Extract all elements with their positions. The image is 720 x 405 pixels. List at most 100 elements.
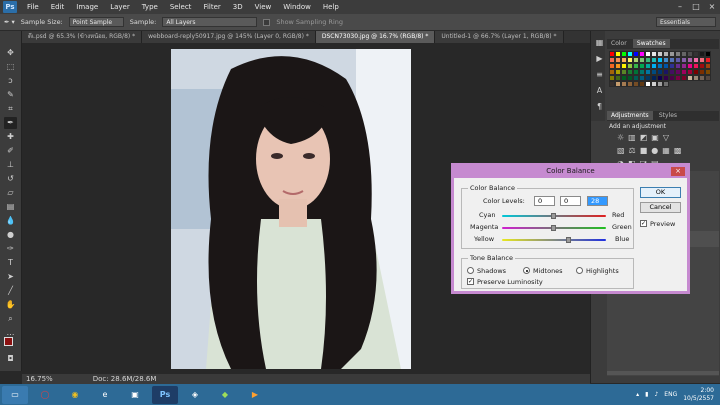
document-tab[interactable]: Untitled-1 @ 66.7% (Layer 1, RGB/8) * <box>435 31 564 43</box>
media-center-icon[interactable]: ▣ <box>122 386 148 404</box>
chrome-icon[interactable]: ◉ <box>62 386 88 404</box>
tab-swatches[interactable]: Swatches <box>632 39 670 48</box>
yellow-blue-slider[interactable] <box>502 237 606 243</box>
swatch-grid[interactable] <box>609 51 717 105</box>
move-tool-icon[interactable]: ✥ <box>4 47 17 59</box>
show-sampling-ring-checkbox[interactable] <box>263 18 271 26</box>
menu-select[interactable]: Select <box>164 0 198 14</box>
sample-label: Sample: <box>129 18 157 26</box>
swatch[interactable] <box>663 81 669 87</box>
menu-help[interactable]: Help <box>317 0 345 14</box>
quick-select-tool-icon[interactable]: ✎ <box>4 89 17 101</box>
close-icon[interactable]: × <box>671 167 685 176</box>
actions-panel-icon[interactable]: ▶ <box>593 53 606 65</box>
tray-arrow-icon[interactable]: ▴ <box>636 391 639 398</box>
paragraph-panel-icon[interactable]: ¶ <box>593 101 606 113</box>
document-tab[interactable]: webboard-reply50917.jpg @ 145% (Layer 0,… <box>142 31 316 43</box>
character-panel-icon[interactable]: A <box>593 85 606 97</box>
type-tool-icon[interactable]: T <box>4 257 17 269</box>
document-photo[interactable] <box>171 49 411 369</box>
internet-explorer-icon[interactable]: e <box>92 386 118 404</box>
yellow-blue-slider-thumb[interactable] <box>565 237 571 243</box>
volume-icon[interactable]: ♪ <box>654 391 658 398</box>
language-indicator[interactable]: ENG <box>664 391 677 398</box>
adjustment-icons-row-2[interactable]: ▧⚖■●▦▩ <box>617 146 707 155</box>
properties-panel-icon[interactable]: ≡ <box>593 69 606 81</box>
workspace-select[interactable]: Essentials <box>656 17 716 27</box>
menu-window[interactable]: Window <box>277 0 317 14</box>
marquee-tool-icon[interactable]: ⬚ <box>4 61 17 73</box>
sample-select[interactable]: All Layers <box>162 17 258 27</box>
sample-size-label: Sample Size: <box>20 18 63 26</box>
eyedropper-tool-icon[interactable]: ✒ ▾ <box>4 18 15 26</box>
menu-layer[interactable]: Layer <box>104 0 136 14</box>
menu-view[interactable]: View <box>249 0 278 14</box>
brush-tool-icon[interactable]: ✐ <box>4 145 17 157</box>
tab-styles[interactable]: Styles <box>655 111 681 120</box>
document-tab-active[interactable]: DSCN73030.jpg @ 16.7% (RGB/8) * <box>315 31 436 43</box>
menu-file[interactable]: File <box>21 0 45 14</box>
magenta-green-slider-thumb[interactable] <box>551 225 556 231</box>
preview-checkbox[interactable]: ✓ <box>640 220 647 227</box>
adjustment-icons-row-1[interactable]: ☼▥◩▣▽ <box>617 133 707 142</box>
healing-brush-tool-icon[interactable]: ✚ <box>4 131 17 143</box>
ok-button[interactable]: OK <box>640 187 681 198</box>
tab-color[interactable]: Color <box>607 39 631 48</box>
midtones-radio[interactable] <box>523 267 530 274</box>
app-icon[interactable]: ◈ <box>182 386 208 404</box>
magenta-green-slider[interactable] <box>502 225 606 231</box>
sample-size-select[interactable]: Point Sample <box>68 17 124 27</box>
menu-image[interactable]: Image <box>70 0 104 14</box>
network-icon[interactable]: ▮ <box>645 391 648 398</box>
color-balance-dialog: Color Balance × Color Balance Color Leve… <box>451 163 690 294</box>
document-tab[interactable]: ดีเ.psd @ 65.3% (ข้างหน้อย, RGB/8) * <box>22 31 143 43</box>
menu-bar: Ps File Edit Image Layer Type Select Fil… <box>0 0 720 14</box>
preserve-luminosity-checkbox[interactable]: ✓ <box>467 278 474 285</box>
pen-tool-icon[interactable]: ✑ <box>4 243 17 255</box>
zoom-tool-icon[interactable]: ⌕ <box>4 313 17 325</box>
opera-icon[interactable]: ◯ <box>32 386 58 404</box>
menu-filter[interactable]: Filter <box>197 0 226 14</box>
cyan-red-slider[interactable] <box>502 213 606 219</box>
zoom-level[interactable]: 16.75% <box>26 375 53 383</box>
menu-type[interactable]: Type <box>136 0 164 14</box>
maximize-button[interactable]: □ <box>688 0 704 14</box>
hand-tool-icon[interactable]: ✋ <box>4 299 17 311</box>
preserve-luminosity-label: Preserve Luminosity <box>477 278 543 286</box>
shape-tool-icon[interactable]: ╱ <box>4 285 17 297</box>
clone-stamp-tool-icon[interactable]: ⊥ <box>4 159 17 171</box>
menu-3d[interactable]: 3D <box>227 0 249 14</box>
lasso-tool-icon[interactable]: ↄ <box>4 75 17 87</box>
cancel-button[interactable]: Cancel <box>640 202 681 213</box>
eraser-tool-icon[interactable]: ▱ <box>4 187 17 199</box>
photoshop-taskbar-icon[interactable]: Ps <box>152 385 178 404</box>
foreground-color-swatch[interactable] <box>4 337 13 346</box>
crop-tool-icon[interactable]: ⌗ <box>4 103 17 115</box>
media-player-icon[interactable]: ▶ <box>242 386 268 404</box>
close-window-button[interactable]: × <box>704 0 720 14</box>
shadows-radio[interactable] <box>467 267 474 274</box>
quick-mask-icon[interactable]: ◘ <box>4 353 17 365</box>
level-magenta-green-input[interactable]: 0 <box>560 196 581 206</box>
level-cyan-red-input[interactable]: 0 <box>534 196 555 206</box>
blur-tool-icon[interactable]: 💧 <box>4 215 17 227</box>
highlights-radio[interactable] <box>576 267 583 274</box>
gradient-tool-icon[interactable]: ▤ <box>4 201 17 213</box>
eyedropper-tool-icon[interactable]: ✒ <box>4 117 17 129</box>
menu-edit[interactable]: Edit <box>45 0 71 14</box>
history-panel-icon[interactable]: ▦ <box>593 37 606 49</box>
path-select-tool-icon[interactable]: ➤ <box>4 271 17 283</box>
dialog-titlebar[interactable]: Color Balance × <box>454 166 687 178</box>
tab-adjustments[interactable]: Adjustments <box>607 111 653 120</box>
level-yellow-blue-input[interactable]: 28 <box>587 196 608 206</box>
file-explorer-icon[interactable]: ▭ <box>2 385 28 404</box>
tone-balance-group-title: Tone Balance <box>468 254 515 262</box>
dodge-tool-icon[interactable]: ● <box>4 229 17 241</box>
green-label: Green <box>612 223 632 231</box>
history-brush-tool-icon[interactable]: ↺ <box>4 173 17 185</box>
bluestacks-icon[interactable]: ◆ <box>212 386 238 404</box>
swatch[interactable] <box>705 75 711 81</box>
cyan-red-slider-thumb[interactable] <box>551 213 556 219</box>
clock[interactable]: 2:00 10/5/2557 <box>683 387 714 403</box>
minimize-button[interactable]: – <box>672 0 688 14</box>
